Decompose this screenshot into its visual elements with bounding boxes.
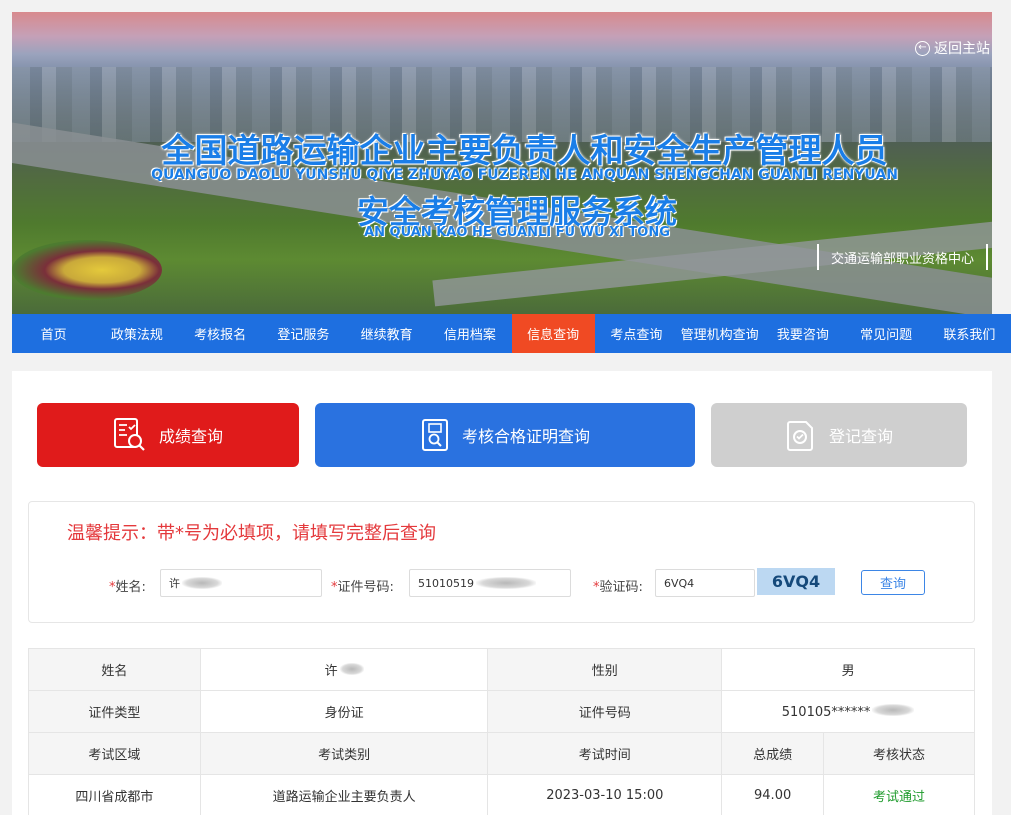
certificate-search-icon (421, 419, 448, 451)
name-input[interactable]: 许 (160, 569, 322, 597)
id-number-input[interactable]: 51010519 (409, 569, 571, 597)
cell-status: 考试通过 (823, 774, 975, 815)
redaction-blur (339, 663, 364, 675)
search-button[interactable]: 查询 (861, 570, 925, 595)
captcha-label: *验证码: (593, 580, 643, 595)
tab-registration-query[interactable]: 登记查询 (711, 403, 967, 467)
nav-item-registration[interactable]: 登记服务 (262, 314, 345, 353)
back-arrow-icon: ← (915, 40, 930, 56)
registration-icon (786, 421, 813, 451)
nav-item-exam-signup[interactable]: 考核报名 (179, 314, 262, 353)
nav-item-info-query[interactable]: 信息查询 (511, 314, 595, 353)
flowerbed-image (12, 240, 162, 300)
org-tag: 交通运输部职业资格中心 (816, 244, 988, 270)
captcha-input[interactable]: 6VQ4 (655, 569, 755, 597)
nav-item-continuing-education[interactable]: 继续教育 (345, 314, 428, 353)
nav-item-faq[interactable]: 常见问题 (845, 314, 928, 353)
name-label: *姓名: (109, 580, 146, 595)
cell-total-score: 94.00 (721, 774, 825, 815)
nav-item-policy[interactable]: 政策法规 (95, 314, 178, 353)
main-nav: 首页 政策法规 考核报名 登记服务 继续教育 信用档案 信息查询 考点查询 管理… (12, 314, 1011, 353)
nav-item-exam-site-query[interactable]: 考点查询 (595, 314, 678, 353)
nav-item-credit-archive[interactable]: 信用档案 (428, 314, 511, 353)
value-cell-name: 许 (199, 648, 489, 691)
table-row: 姓名 许 性别 男 (28, 648, 975, 691)
cell-exam-time: 2023-03-10 15:00 (487, 774, 723, 815)
site-title-pinyin: QUANGUO DAOLU YUNSHU QIYE ZHUYAO FUZEREN… (151, 167, 898, 183)
captcha-image[interactable]: 6VQ4 (757, 568, 835, 595)
result-table: 姓名 许 性别 男 证件类型 身份证 证件号码 510105****** 考试区… (28, 648, 975, 815)
header-cell-id-type: 证件类型 (28, 690, 201, 733)
table-row: 证件类型 身份证 证件号码 510105****** (28, 690, 975, 733)
value-cell-id-number: 510105****** (721, 690, 975, 733)
form-tip: 温馨提示：带*号为必填项，请填写完整后查询 (67, 523, 436, 544)
header-banner: ← 返回主站 全国道路运输企业主要负责人和安全生产管理人员 QUANGUO DA… (12, 12, 992, 314)
cell-exam-region: 四川省成都市 (28, 774, 201, 815)
nav-item-consult[interactable]: 我要咨询 (761, 314, 844, 353)
redaction-blur (872, 703, 915, 716)
cell-exam-category: 道路运输企业主要负责人 (199, 774, 489, 815)
site-title: 全国道路运输企业主要负责人和安全生产管理人员 (161, 131, 888, 170)
column-header: 考试类别 (199, 732, 489, 775)
redaction-blur (182, 577, 222, 589)
redaction-blur (476, 577, 536, 589)
site-subtitle-pinyin: AN QUAN KAO HE GUANLI FU WU XI TONG (364, 225, 670, 240)
header-cell-gender: 性别 (487, 648, 723, 691)
query-form: 温馨提示：带*号为必填项，请填写完整后查询 *姓名: 许 *证件号码: 5101… (28, 501, 975, 623)
nav-item-contact[interactable]: 联系我们 (928, 314, 1011, 353)
nav-item-agency-query[interactable]: 管理机构查询 (678, 314, 761, 353)
query-panel: 成绩查询 考核合格证明查询 登记查询 温馨提示：带*号为必填项，请填写完整后查询… (12, 371, 992, 815)
column-header: 考核状态 (823, 732, 975, 775)
id-number-label: *证件号码: (331, 580, 394, 595)
table-row: 四川省成都市 道路运输企业主要负责人 2023-03-10 15:00 94.0… (28, 774, 975, 815)
tab-certificate-query[interactable]: 考核合格证明查询 (315, 403, 695, 467)
column-header: 考试区域 (28, 732, 201, 775)
table-header-row: 考试区域 考试类别 考试时间 总成绩 考核状态 (28, 732, 975, 775)
column-header: 考试时间 (487, 732, 723, 775)
nav-item-home[interactable]: 首页 (12, 314, 95, 353)
back-home-link[interactable]: ← 返回主站 (915, 38, 990, 58)
tab-score-query[interactable]: 成绩查询 (37, 403, 299, 467)
score-report-icon (113, 418, 145, 451)
column-header: 总成绩 (721, 732, 825, 775)
header-cell-name: 姓名 (28, 648, 201, 691)
header-cell-id-number: 证件号码 (487, 690, 723, 733)
value-cell-id-type: 身份证 (199, 690, 489, 733)
value-cell-gender: 男 (721, 648, 975, 691)
